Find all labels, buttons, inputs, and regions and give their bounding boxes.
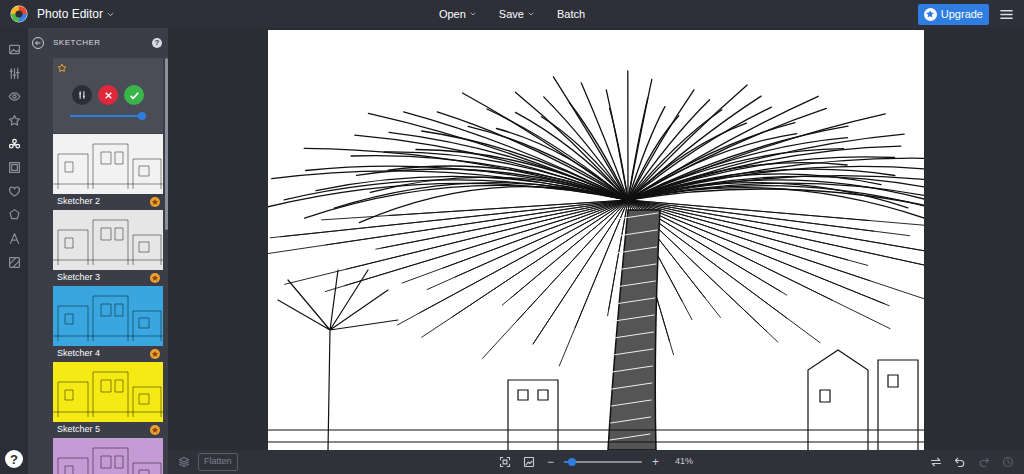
preset-thumbnail bbox=[53, 438, 163, 474]
tool-button[interactable] bbox=[8, 203, 21, 227]
undo-icon[interactable] bbox=[954, 456, 966, 468]
zoom-reading: 41% bbox=[675, 455, 693, 469]
preset-card[interactable]: Sketcher 2 bbox=[53, 134, 163, 209]
active-preset-card[interactable] bbox=[53, 58, 163, 133]
tool-button[interactable] bbox=[8, 250, 21, 274]
zoom-slider[interactable] bbox=[564, 461, 642, 463]
star-icon[interactable] bbox=[924, 8, 937, 21]
compare-icon[interactable] bbox=[930, 456, 942, 468]
preset-card[interactable] bbox=[53, 438, 163, 474]
chevron-down-icon[interactable] bbox=[469, 10, 477, 18]
eye-icon[interactable] bbox=[8, 90, 21, 103]
fit-screen-icon[interactable] bbox=[499, 456, 511, 468]
frame-icon[interactable] bbox=[8, 161, 21, 174]
image-icon[interactable] bbox=[8, 43, 21, 56]
tool-button[interactable] bbox=[8, 156, 21, 180]
preset-label[interactable]: Sketcher 3 bbox=[57, 271, 100, 285]
back-arrow-icon[interactable] bbox=[32, 37, 44, 49]
upgrade-label[interactable]: Upgrade bbox=[941, 6, 983, 23]
menu-item[interactable]: Open bbox=[439, 6, 477, 23]
slider-knob[interactable] bbox=[138, 112, 146, 120]
menu-label[interactable]: Batch bbox=[557, 6, 585, 23]
cancel-button[interactable] bbox=[98, 85, 118, 105]
tool-button[interactable] bbox=[8, 109, 21, 133]
settings-button[interactable] bbox=[72, 85, 92, 105]
photo[interactable] bbox=[268, 30, 924, 450]
sketcher-panel: SKETCHER?Sketcher 2Sketcher 3Sketcher 4S… bbox=[28, 28, 168, 474]
canvas bbox=[168, 28, 1024, 450]
menu-label[interactable]: Open bbox=[439, 6, 466, 23]
tool-button[interactable] bbox=[8, 132, 21, 156]
app-title[interactable]: Photo Editor bbox=[37, 5, 103, 23]
preset-thumbnail bbox=[53, 210, 163, 270]
layers-icon[interactable] bbox=[178, 456, 190, 468]
panel-scrollbar[interactable] bbox=[165, 58, 168, 230]
preset-list: Sketcher 2 Sketcher 3 Sketcher 4 Sketcher 5 bbox=[28, 58, 168, 474]
flatten-button[interactable]: Flatten bbox=[198, 453, 238, 471]
premium-star-icon bbox=[150, 349, 160, 359]
preset-thumbnail bbox=[53, 134, 163, 194]
shape-icon[interactable] bbox=[8, 208, 21, 221]
preset-label[interactable]: Sketcher 5 bbox=[57, 423, 100, 437]
tool-column: ? bbox=[0, 28, 28, 474]
zoom-out-button[interactable]: − bbox=[547, 456, 554, 468]
preset-card[interactable]: Sketcher 3 bbox=[53, 210, 163, 285]
heart-icon[interactable] bbox=[8, 185, 21, 198]
tool-button[interactable] bbox=[8, 85, 21, 109]
actual-size-icon[interactable] bbox=[523, 456, 535, 468]
app-menu[interactable]: Photo Editor bbox=[37, 5, 115, 23]
panel-help-button[interactable]: ? bbox=[152, 38, 162, 48]
tool-button[interactable] bbox=[8, 180, 21, 204]
premium-star-icon bbox=[150, 197, 160, 207]
amount-slider[interactable] bbox=[70, 115, 146, 117]
amount-slider-fill bbox=[70, 115, 142, 117]
star-icon[interactable] bbox=[8, 114, 21, 127]
apply-button[interactable] bbox=[124, 85, 144, 105]
artsy-icon[interactable] bbox=[8, 138, 21, 151]
upgrade-button[interactable]: Upgrade bbox=[918, 4, 989, 25]
bottom-bar: Flatten − +41% bbox=[168, 450, 1024, 474]
redo-icon[interactable] bbox=[978, 456, 990, 468]
preset-thumbnail bbox=[53, 362, 163, 422]
hamburger-menu-icon[interactable] bbox=[999, 7, 1014, 22]
logo-icon[interactable] bbox=[10, 5, 28, 23]
premium-star-icon bbox=[150, 425, 160, 435]
text-icon[interactable] bbox=[8, 232, 21, 245]
preset-thumbnail bbox=[53, 286, 163, 346]
menu-item[interactable]: Batch bbox=[557, 6, 585, 23]
sliders-icon[interactable] bbox=[8, 67, 21, 80]
help-button[interactable]: ? bbox=[5, 450, 23, 468]
tool-button[interactable] bbox=[8, 38, 21, 62]
main-menu: Open Save Batch bbox=[439, 6, 585, 23]
premium-star-icon bbox=[150, 273, 160, 283]
texture-icon[interactable] bbox=[8, 256, 21, 269]
chevron-down-icon[interactable] bbox=[527, 10, 535, 18]
slider-knob[interactable] bbox=[568, 458, 576, 466]
panel-title: SKETCHER bbox=[53, 37, 152, 49]
preset-label[interactable]: Sketcher 4 bbox=[57, 347, 100, 361]
preset-card[interactable]: Sketcher 4 bbox=[53, 286, 163, 361]
menu-label[interactable]: Save bbox=[499, 6, 524, 23]
menu-item[interactable]: Save bbox=[499, 6, 535, 23]
tool-button[interactable] bbox=[8, 62, 21, 86]
preset-card[interactable]: Sketcher 5 bbox=[53, 362, 163, 437]
history-icon[interactable] bbox=[1002, 456, 1014, 468]
chevron-down-icon[interactable] bbox=[106, 10, 115, 19]
premium-star-icon bbox=[57, 63, 67, 73]
tool-button[interactable] bbox=[8, 227, 21, 251]
preset-label[interactable]: Sketcher 2 bbox=[57, 195, 100, 209]
zoom-in-button[interactable]: + bbox=[652, 456, 659, 468]
top-bar: Photo Editor Open Save Batch Upgrade bbox=[0, 0, 1024, 28]
